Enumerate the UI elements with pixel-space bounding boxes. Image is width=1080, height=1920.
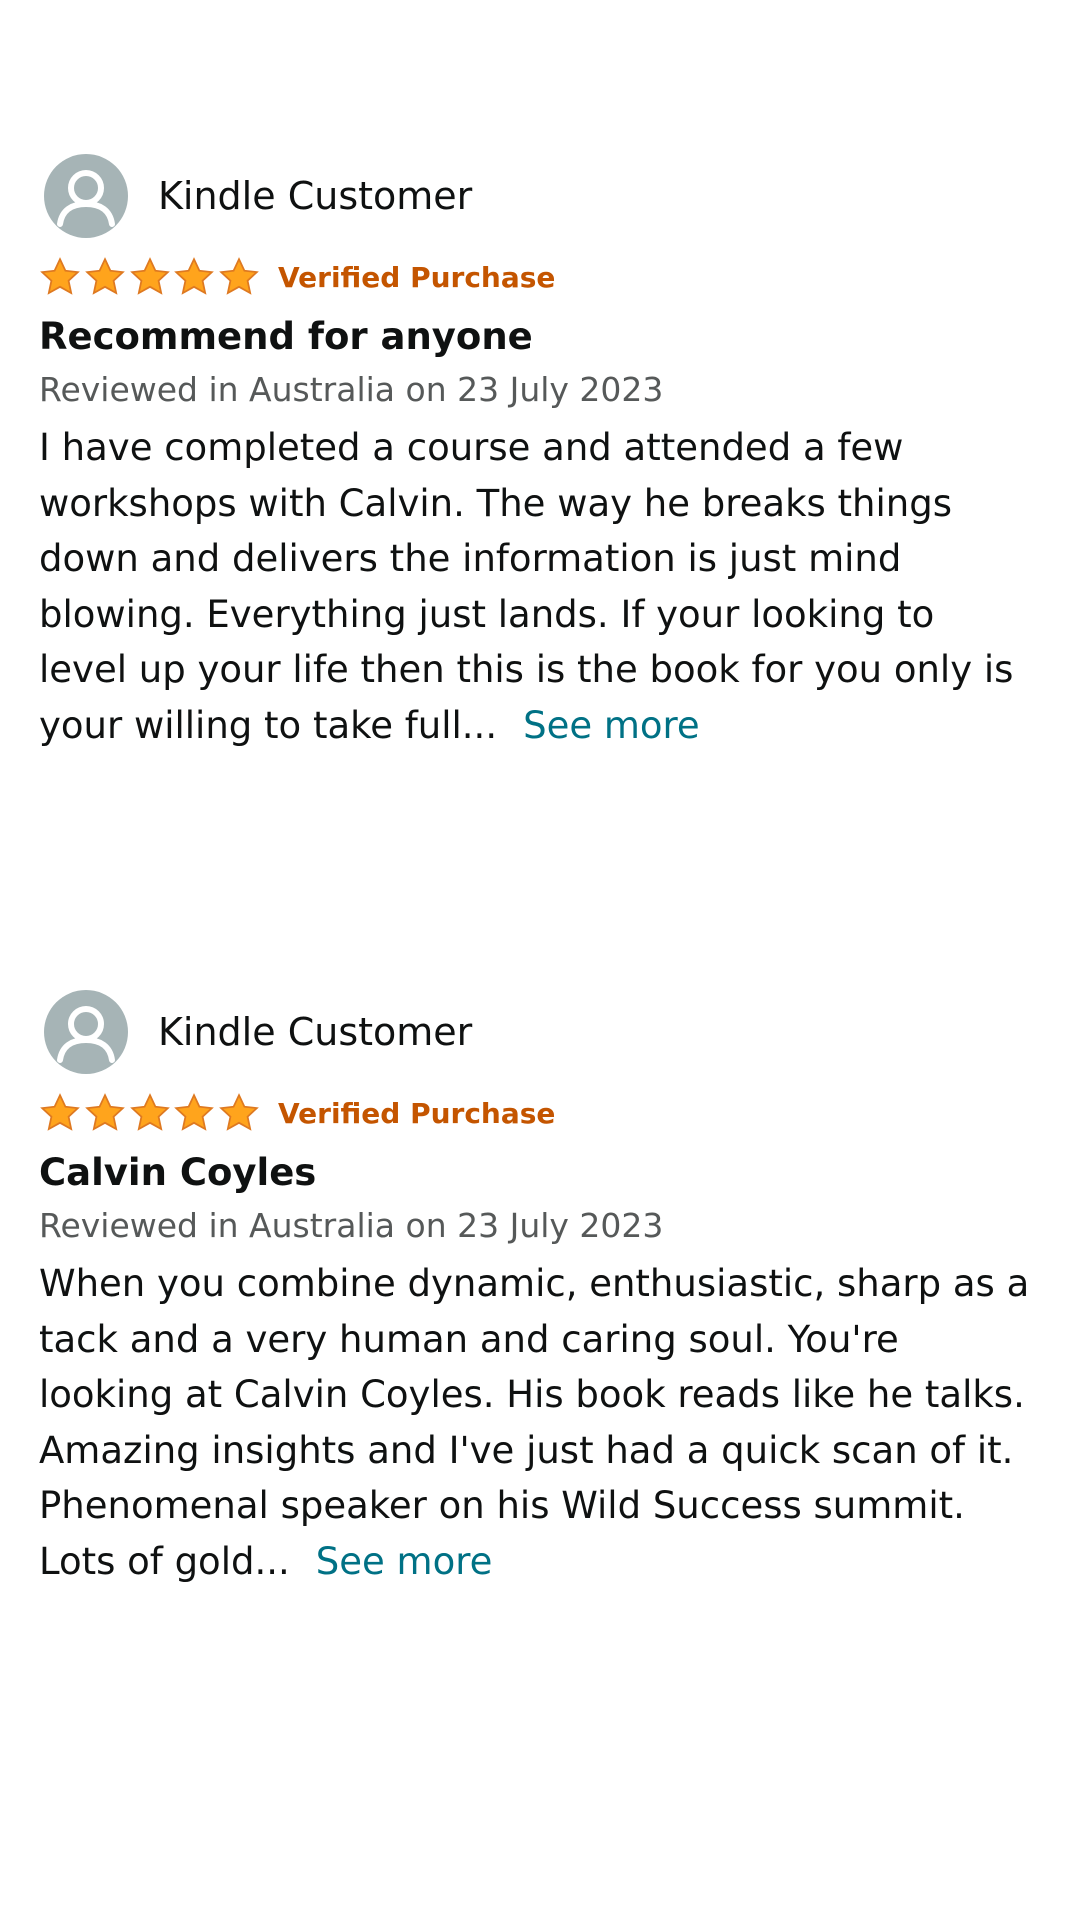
star-filled-icon [218, 1092, 260, 1134]
review-body: I have completed a course and attended a… [39, 420, 1049, 753]
star-filled-icon [39, 256, 81, 298]
review-card: Kindle Customer Verified Purchase Calvin… [39, 990, 1049, 1589]
star-filled-icon [129, 1092, 171, 1134]
star-filled-icon [84, 1092, 126, 1134]
star-filled-icon [218, 256, 260, 298]
review-date: Reviewed in Australia on 23 July 2023 [39, 370, 664, 409]
star-rating[interactable] [39, 256, 260, 298]
review-title: Calvin Coyles [39, 1151, 317, 1194]
star-filled-icon [173, 1092, 215, 1134]
reviewer-name: Kindle Customer [158, 1010, 473, 1054]
star-filled-icon [84, 256, 126, 298]
reviewer-profile[interactable]: Kindle Customer [39, 154, 1049, 238]
see-more-link[interactable]: See more [523, 704, 700, 747]
rating-row: Verified Purchase [39, 252, 1049, 302]
star-rating[interactable] [39, 1092, 260, 1134]
star-filled-icon [129, 256, 171, 298]
rating-row: Verified Purchase [39, 1088, 1049, 1138]
review-text: I have completed a course and attended a… [39, 426, 1014, 747]
see-more-link[interactable]: See more [316, 1540, 493, 1583]
verified-purchase-badge: Verified Purchase [278, 260, 556, 294]
user-avatar-icon [44, 154, 128, 238]
review-card: Kindle Customer Verified Purchase Recomm… [39, 154, 1049, 753]
star-filled-icon [173, 256, 215, 298]
review-body: When you combine dynamic, enthusiastic, … [39, 1256, 1049, 1589]
review-date: Reviewed in Australia on 23 July 2023 [39, 1206, 664, 1245]
user-avatar-icon [44, 990, 128, 1074]
verified-purchase-badge: Verified Purchase [278, 1096, 556, 1130]
star-filled-icon [39, 1092, 81, 1134]
review-text: When you combine dynamic, enthusiastic, … [39, 1262, 1030, 1583]
reviewer-profile[interactable]: Kindle Customer [39, 990, 1049, 1074]
reviewer-name: Kindle Customer [158, 174, 473, 218]
review-title: Recommend for anyone [39, 315, 533, 358]
